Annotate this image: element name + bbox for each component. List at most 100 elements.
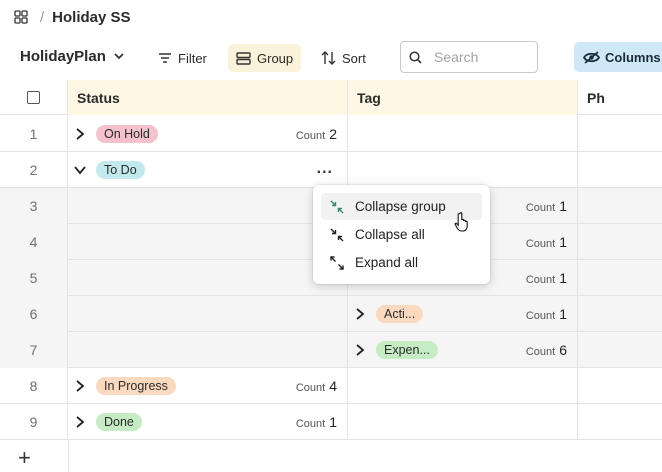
group-label: Group [257, 50, 294, 66]
columns-label: Columns [605, 49, 661, 65]
chevron-right-icon[interactable] [74, 127, 86, 141]
status-group-cell[interactable]: To Do ... [68, 152, 348, 188]
status-group-cell[interactable]: Done Count 1 [68, 404, 348, 440]
menu-item-expand-all[interactable]: Expand all [321, 249, 482, 276]
status-cell [68, 188, 348, 224]
ph-cell [578, 332, 662, 368]
filter-icon [159, 53, 171, 63]
count-label: Count [295, 130, 326, 142]
breadcrumb-title[interactable]: Holiday SS [52, 9, 130, 26]
row-number: 4 [0, 224, 68, 260]
row-number: 6 [0, 296, 68, 332]
count-label: Count [525, 238, 556, 250]
row-number: 1 [0, 116, 68, 152]
sort-label: Sort [342, 50, 366, 66]
menu-item-label: Collapse group [355, 199, 446, 214]
count-label: Count [525, 274, 556, 286]
tag-cell [348, 404, 578, 440]
group-count: Count 1 [296, 414, 337, 430]
count-value: 2 [329, 126, 337, 142]
subgroup-row: 7 Expen... Count 6 [0, 332, 662, 368]
menu-item-label: Expand all [355, 255, 419, 270]
status-cell [68, 260, 348, 296]
filter-label: Filter [178, 50, 207, 66]
status-pill: To Do [96, 161, 145, 179]
status-group-cell[interactable]: On Hold Count 2 [68, 116, 348, 152]
tag-pill: Acti... [376, 305, 424, 323]
group-row-on-hold: 1 On Hold Count 2 [0, 116, 662, 152]
row-number: 2 [0, 152, 68, 188]
chevron-down-icon [114, 53, 124, 60]
ph-cell [578, 152, 662, 188]
add-row-bar: + [0, 440, 662, 472]
add-row-button[interactable]: + [18, 445, 31, 471]
ph-cell [578, 188, 662, 224]
tag-pill: Expen... [376, 341, 438, 359]
chevron-right-icon[interactable] [74, 415, 86, 429]
more-options-icon[interactable]: ... [317, 160, 333, 178]
count-label: Count [525, 310, 556, 322]
count-value: 1 [559, 234, 567, 250]
chevron-right-icon[interactable] [74, 379, 86, 393]
row-number: 8 [0, 368, 68, 404]
tag-cell [348, 152, 578, 188]
eye-hidden-icon [583, 50, 600, 64]
status-pill: On Hold [96, 125, 158, 143]
chevron-right-icon[interactable] [354, 343, 366, 357]
columns-button[interactable]: Columns [574, 42, 662, 72]
column-header-ph[interactable]: Ph [578, 80, 662, 115]
divider [68, 440, 69, 472]
group-count: Count 6 [526, 342, 567, 358]
status-pill: Done [96, 413, 142, 431]
group-row-in-progress: 8 In Progress Count 4 [0, 368, 662, 404]
count-value: 4 [329, 378, 337, 394]
sort-button[interactable]: Sort [313, 44, 374, 72]
filter-button[interactable]: Filter [150, 44, 215, 72]
grid-header-row: Status Tag Ph [0, 80, 662, 115]
select-all-cell [0, 80, 68, 115]
column-header-status[interactable]: Status [68, 80, 348, 115]
group-count: Count 2 [296, 126, 337, 142]
group-row-to-do: 2 To Do ... [0, 152, 662, 188]
status-group-cell[interactable]: In Progress Count 4 [68, 368, 348, 404]
ph-cell [578, 224, 662, 260]
row-number: 3 [0, 188, 68, 224]
chevron-right-icon[interactable] [354, 307, 366, 321]
select-all-checkbox[interactable] [27, 91, 40, 104]
chevron-down-icon[interactable] [74, 163, 86, 177]
search-box[interactable] [400, 41, 538, 73]
ph-cell [578, 260, 662, 296]
view-name-label: HolidayPlan [20, 48, 106, 65]
ph-cell [578, 116, 662, 152]
count-value: 1 [559, 270, 567, 286]
ph-cell [578, 368, 662, 404]
expand-icon [330, 255, 344, 270]
group-count: Count 1 [526, 234, 567, 250]
row-number: 7 [0, 332, 68, 368]
view-selector[interactable]: HolidayPlan [20, 48, 124, 65]
status-pill: In Progress [96, 377, 176, 395]
ph-cell [578, 404, 662, 440]
apps-grid-icon[interactable] [14, 10, 28, 24]
group-row-done: 9 Done Count 1 [0, 404, 662, 440]
menu-item-label: Collapse all [355, 227, 425, 242]
group-button[interactable]: Group [228, 44, 302, 72]
top-bar: / Holiday SS [0, 0, 662, 34]
collapse-icon [330, 228, 344, 241]
tag-group-cell[interactable]: Acti... Count 1 [348, 296, 578, 332]
subgroup-row: 6 Acti... Count 1 [0, 296, 662, 332]
tag-cell [348, 116, 578, 152]
search-input[interactable] [434, 49, 524, 65]
group-context-menu: Collapse group Collapse all Expand all [313, 185, 490, 284]
hand-cursor-icon [454, 212, 468, 232]
ph-cell [578, 296, 662, 332]
status-cell [68, 332, 348, 368]
status-cell [68, 296, 348, 332]
group-count: Count 1 [526, 198, 567, 214]
column-header-tag[interactable]: Tag [348, 80, 578, 115]
collapse-icon [330, 200, 344, 213]
search-icon [409, 50, 422, 64]
tag-group-cell[interactable]: Expen... Count 6 [348, 332, 578, 368]
count-value: 1 [329, 414, 337, 430]
group-icon [236, 51, 251, 65]
